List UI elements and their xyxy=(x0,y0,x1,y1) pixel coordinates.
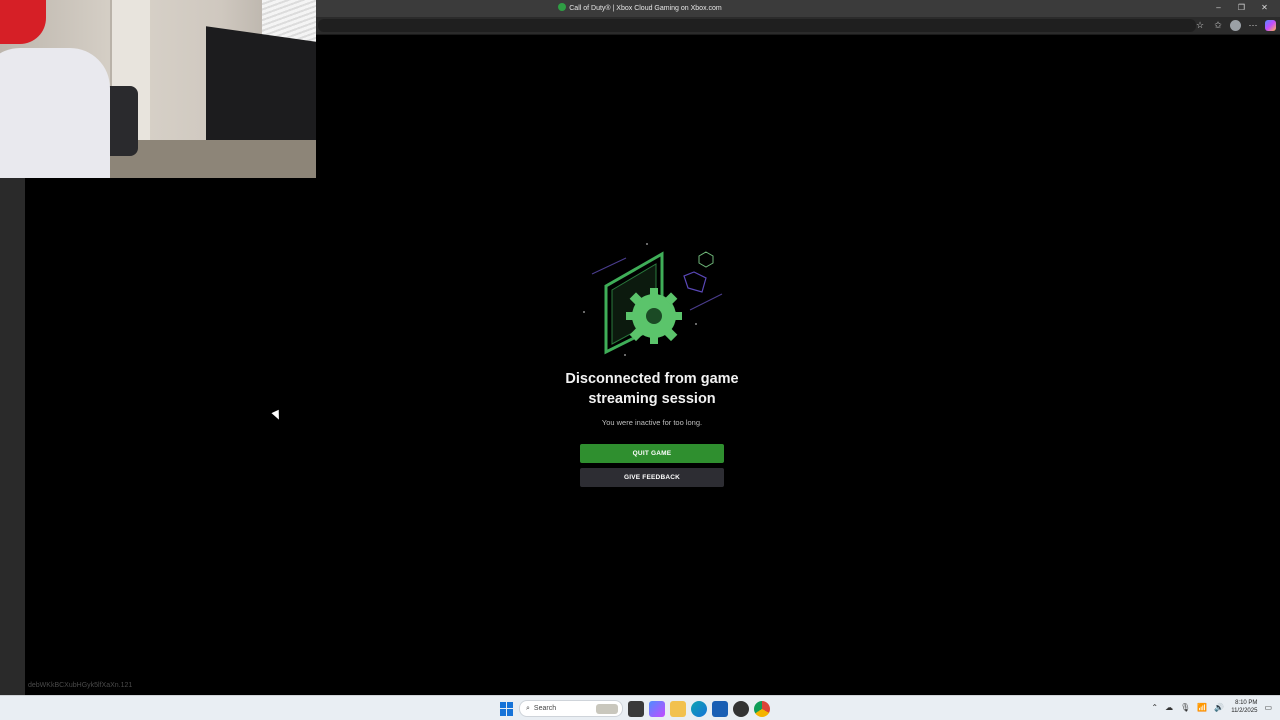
clock-date: 11/2/2025 xyxy=(1231,708,1258,714)
window-controls: – ❐ ✕ xyxy=(1207,2,1276,14)
quit-game-button[interactable]: QUIT GAME xyxy=(580,444,724,463)
xbox-icon xyxy=(558,3,567,11)
system-tray: ⌃ ☁ 🎙 📶 🔊 8:10 PM 11/2/2025 ▭ xyxy=(1151,699,1272,715)
screen: Call of Duty® | Xbox Cloud Gaming on Xbo… xyxy=(0,0,1280,720)
taskbar-search-input[interactable]: ⌕ Search xyxy=(519,700,623,717)
favorites-icon[interactable]: ✩ xyxy=(1212,19,1224,31)
disconnected-illustration xyxy=(583,243,723,356)
copilot-app-icon[interactable] xyxy=(649,700,665,717)
sparkle-dot xyxy=(583,311,585,313)
illus-line xyxy=(591,257,627,275)
close-button[interactable]: ✕ xyxy=(1253,2,1276,14)
microphone-icon[interactable]: 🎙 xyxy=(1180,703,1190,712)
search-highlight-image xyxy=(596,704,618,714)
session-id-text: debWKkBCXubHGyk5lfXaXn.121 xyxy=(28,682,133,689)
taskbar-clock[interactable]: 8:10 PM 11/2/2025 xyxy=(1231,699,1257,715)
edge-browser-icon[interactable] xyxy=(691,700,707,717)
more-menu-icon[interactable]: ⋯ xyxy=(1247,19,1259,31)
copilot-icon[interactable] xyxy=(1265,19,1276,31)
windows-start-icon[interactable] xyxy=(500,701,514,716)
toolbar-icons: ☆ ✩ ⋯ xyxy=(1194,19,1276,31)
cube-outline-icon xyxy=(683,271,707,293)
star-icon[interactable]: ☆ xyxy=(1194,19,1206,31)
chevron-up-icon[interactable]: ⌃ xyxy=(1151,703,1158,712)
webcam-person xyxy=(0,48,110,178)
error-message: You were inactive for too long. xyxy=(601,418,703,427)
give-feedback-button[interactable]: GIVE FEEDBACK xyxy=(580,468,724,487)
tab-title-text: Call of Duty® | Xbox Cloud Gaming on Xbo… xyxy=(569,5,722,12)
gear-icon xyxy=(626,288,682,344)
notification-icon[interactable]: ▭ xyxy=(1264,703,1272,712)
taskbar-search-label: Search xyxy=(533,705,557,712)
chrome-browser-icon[interactable] xyxy=(754,700,770,717)
volume-icon[interactable]: 🔊 xyxy=(1214,703,1224,712)
error-title-line-1: Disconnected from game xyxy=(565,371,739,387)
onedrive-icon[interactable]: ☁ xyxy=(1165,703,1173,712)
error-title-line-2: streaming session xyxy=(588,391,716,407)
file-explorer-icon[interactable] xyxy=(670,700,686,717)
illus-line xyxy=(689,293,723,311)
sparkle-dot xyxy=(624,354,626,356)
sparkle-dot xyxy=(646,243,648,245)
task-view-icon[interactable] xyxy=(628,700,644,717)
webcam-overlay xyxy=(0,0,316,178)
sparkle-dot xyxy=(695,323,697,325)
minimize-button[interactable]: – xyxy=(1207,2,1230,14)
store-icon[interactable] xyxy=(712,700,728,717)
search-icon: ⌕ xyxy=(526,704,530,712)
wifi-icon[interactable]: 📶 xyxy=(1197,703,1207,712)
taskbar-apps: ⌕ Search xyxy=(500,700,770,717)
clock-time: 8:10 PM xyxy=(1235,700,1258,706)
error-title: Disconnected from game streaming session xyxy=(540,369,764,409)
restore-button[interactable]: ❐ xyxy=(1230,2,1253,14)
app-icon[interactable] xyxy=(733,700,749,717)
address-bar[interactable] xyxy=(318,19,1196,32)
small-cube-icon xyxy=(698,251,714,268)
profile-avatar-icon[interactable] xyxy=(1230,19,1241,31)
mouse-cursor xyxy=(271,409,283,422)
windows-taskbar: ⌕ Search ⌃ ☁ 🎙 📶 🔊 8:10 PM 11/2/2025 ▭ xyxy=(0,695,1280,720)
